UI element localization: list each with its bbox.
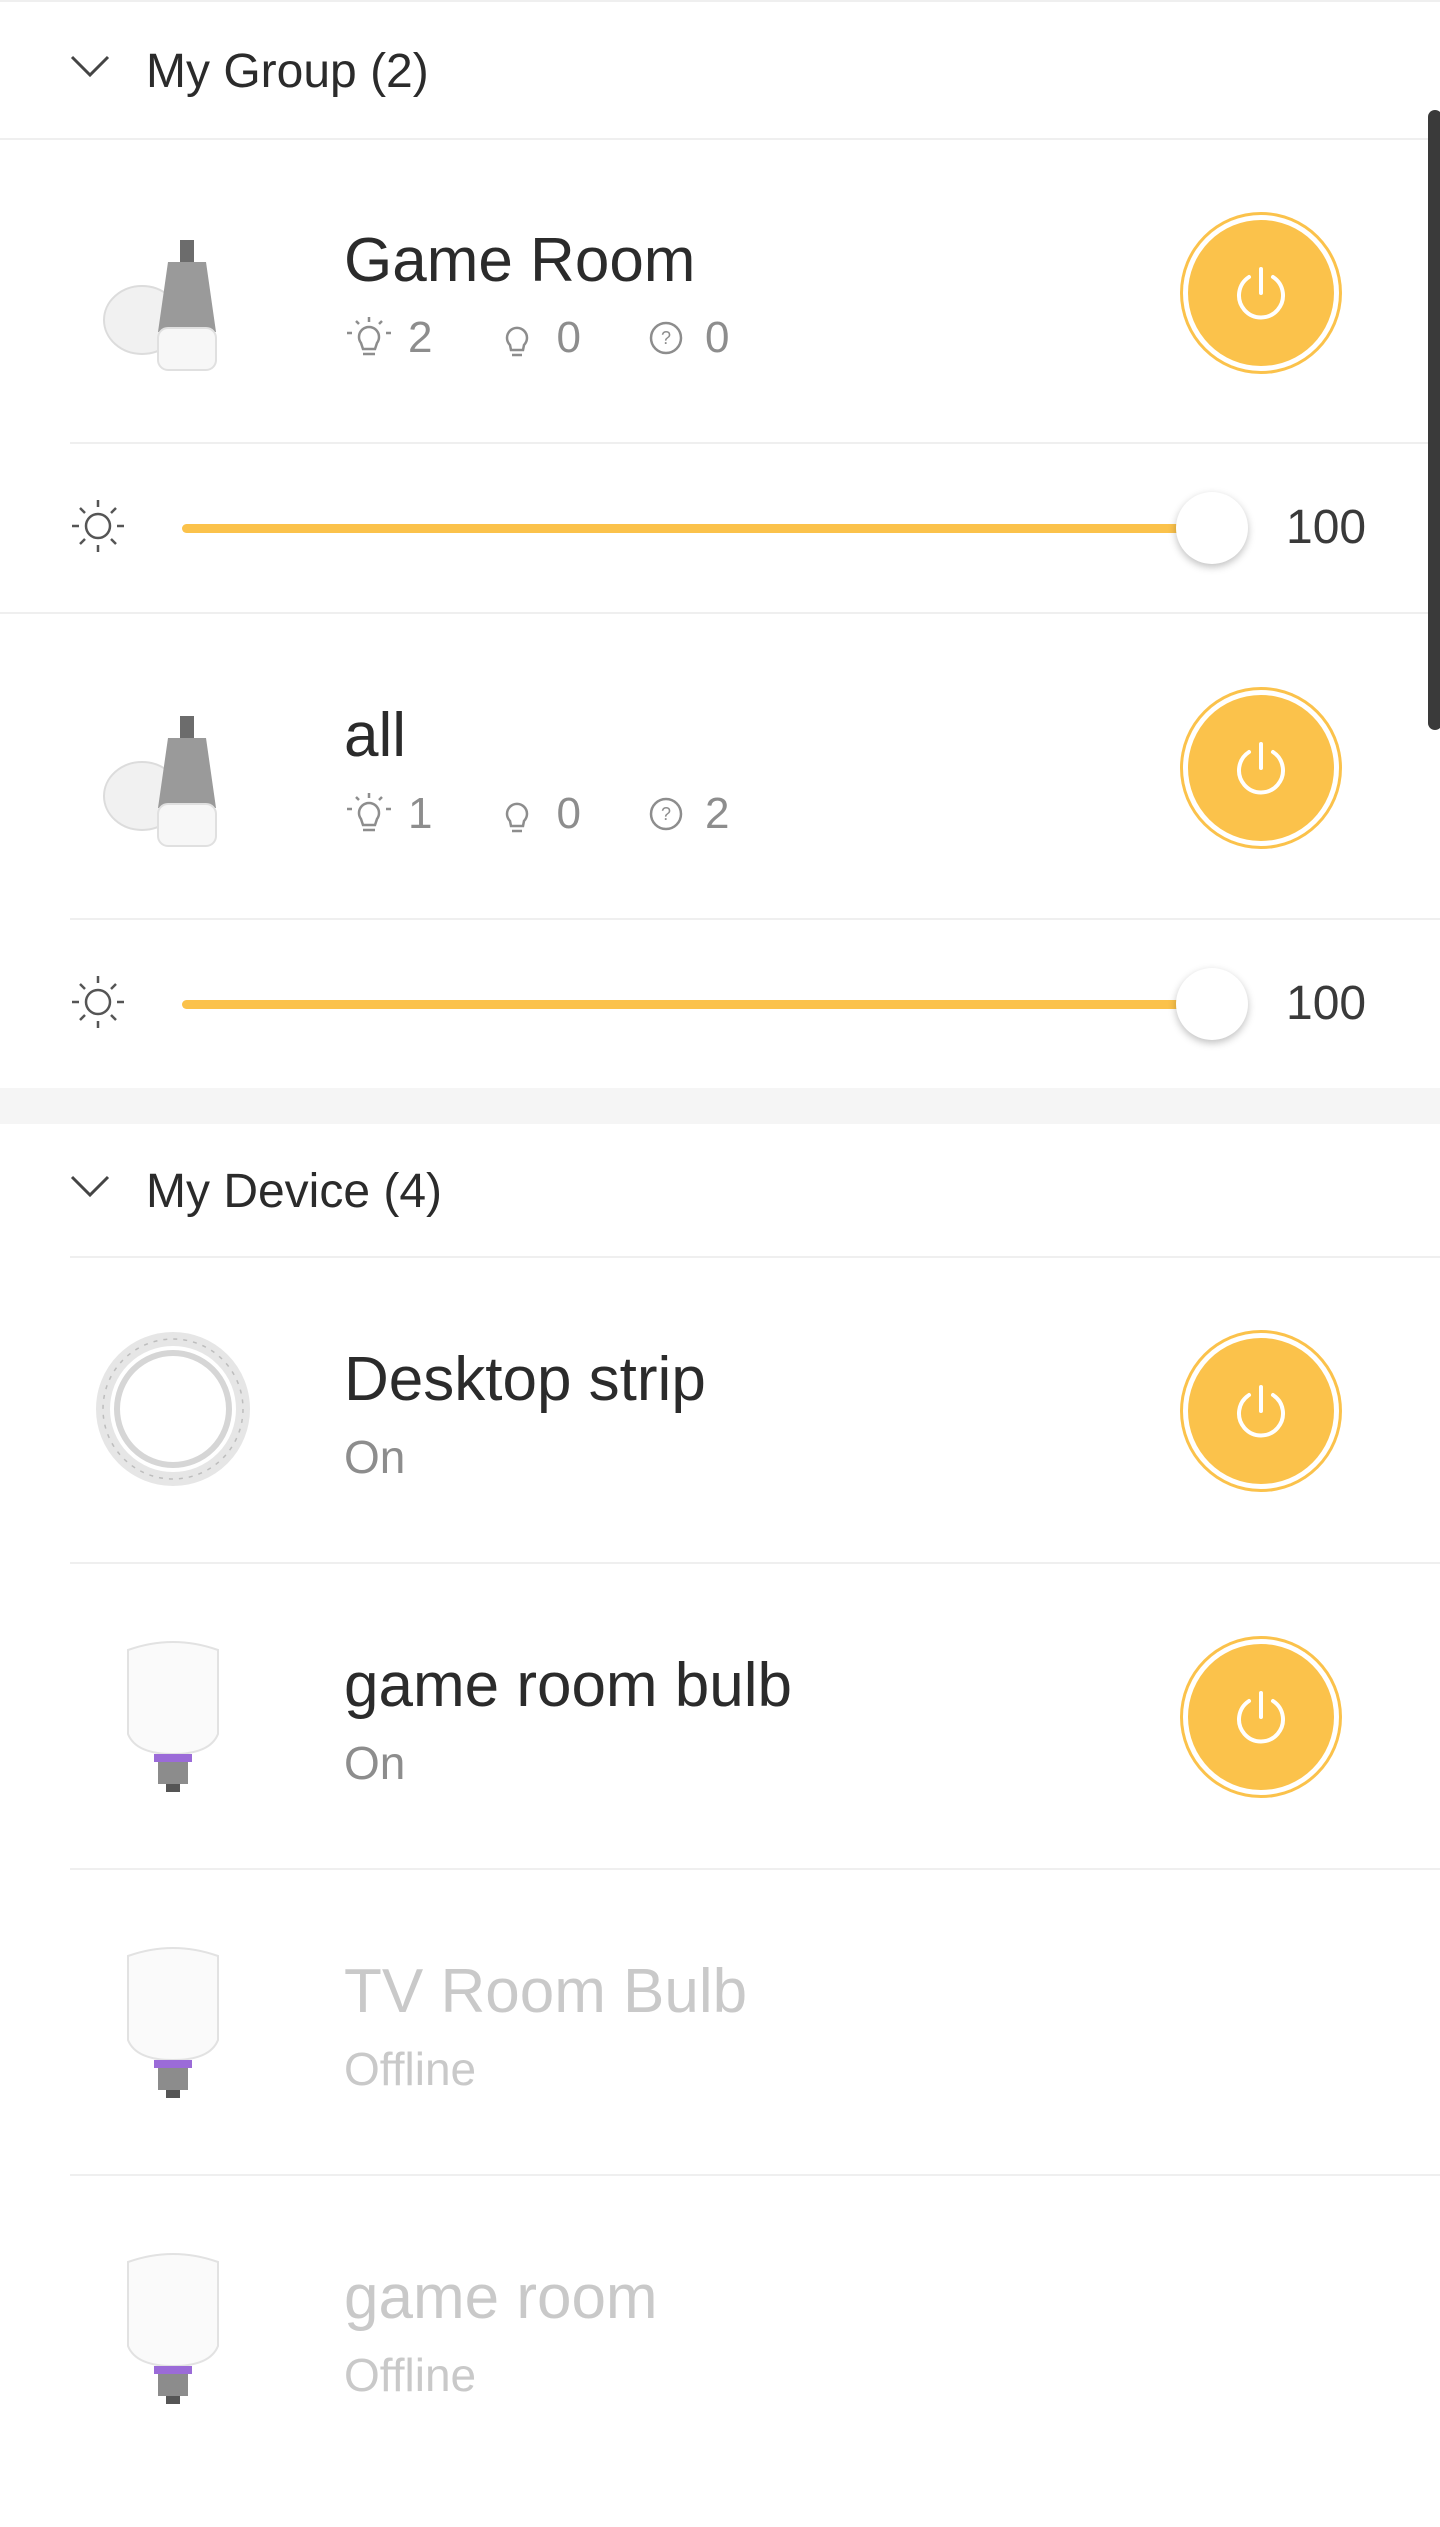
group-name: Game Room — [344, 226, 696, 295]
device-status: Offline — [344, 2349, 477, 2401]
device-section-header[interactable]: My Device (4) — [0, 1124, 1440, 1260]
group-section-title: My Group (2) — [146, 45, 429, 98]
device-name: game room — [344, 2263, 658, 2332]
device-row-desktop-strip[interactable]: Desktop strip On — [0, 1258, 1440, 1562]
svg-text:?: ? — [661, 804, 671, 824]
brightness-slider-thumb[interactable] — [1176, 492, 1248, 564]
device-status: Offline — [344, 2043, 477, 2095]
power-icon — [1237, 742, 1285, 795]
brightness-icon — [72, 976, 124, 1028]
device-row-game-room[interactable]: game room Offline — [0, 2176, 1440, 2480]
top-divider — [0, 0, 1440, 2]
question-icon: ? — [649, 321, 683, 355]
off-count: 0 — [556, 789, 581, 838]
bulb-image — [127, 2253, 219, 2404]
scrollbar[interactable] — [1428, 110, 1440, 730]
brightness-value: 100 — [1286, 977, 1367, 1030]
device-row-tv-room-bulb[interactable]: TV Room Bulb Offline — [0, 1870, 1440, 2174]
section-gap — [0, 1088, 1440, 1124]
question-icon: ? — [649, 797, 683, 831]
power-icon — [1237, 1385, 1285, 1438]
device-power-button[interactable] — [1188, 1338, 1334, 1484]
brightness-value: 100 — [1286, 501, 1367, 554]
group-name: all — [344, 701, 407, 770]
light-strip-image — [96, 1332, 250, 1486]
device-section-title: My Device (4) — [146, 1165, 443, 1218]
device-power-button[interactable] — [1188, 1644, 1334, 1790]
group-power-button[interactable] — [1188, 695, 1334, 841]
bulb-image — [127, 1947, 219, 2098]
chevron-down-icon — [70, 1175, 110, 1198]
group-bulbs-image — [103, 716, 217, 847]
on-count: 2 — [408, 313, 433, 362]
unknown-count: 2 — [704, 789, 730, 838]
group-bulbs-image — [103, 240, 217, 371]
bulb-image — [127, 1641, 219, 1792]
brightness-slider-thumb[interactable] — [1176, 968, 1248, 1040]
group-card-game-room[interactable]: Game Room 2 0 ? 0 — [0, 140, 1440, 442]
device-status: On — [344, 1737, 406, 1789]
group-section-header[interactable]: My Group (2) — [0, 4, 1440, 140]
on-count: 1 — [408, 789, 433, 838]
device-name: TV Room Bulb — [344, 1957, 748, 2026]
brightness-slider[interactable] — [182, 524, 1212, 533]
group-power-button[interactable] — [1188, 220, 1334, 366]
power-icon — [1237, 267, 1285, 320]
unknown-count: 0 — [704, 313, 730, 362]
device-row-game-room-bulb[interactable]: game room bulb On — [0, 1564, 1440, 1868]
bulb-on-icon — [347, 793, 391, 832]
device-name: game room bulb — [344, 1651, 793, 1720]
brightness-slider[interactable] — [182, 1000, 1212, 1009]
power-icon — [1237, 1691, 1285, 1744]
device-name: Desktop strip — [344, 1345, 706, 1414]
group-card-all[interactable]: all 1 0 ? 2 — [0, 614, 1440, 916]
bulb-off-icon — [506, 326, 529, 357]
brightness-icon — [72, 500, 124, 552]
device-status: On — [344, 1431, 406, 1483]
bulb-on-icon — [347, 317, 391, 356]
group-brightness-row: 100 — [0, 444, 1440, 612]
group-brightness-row: 100 — [0, 920, 1440, 1088]
group-stats: 2 0 ? 0 — [344, 310, 789, 366]
chevron-down-icon — [70, 55, 110, 78]
bulb-off-icon — [506, 802, 529, 833]
off-count: 0 — [556, 313, 581, 362]
group-stats: 1 0 ? 2 — [344, 786, 789, 842]
svg-text:?: ? — [661, 328, 671, 348]
